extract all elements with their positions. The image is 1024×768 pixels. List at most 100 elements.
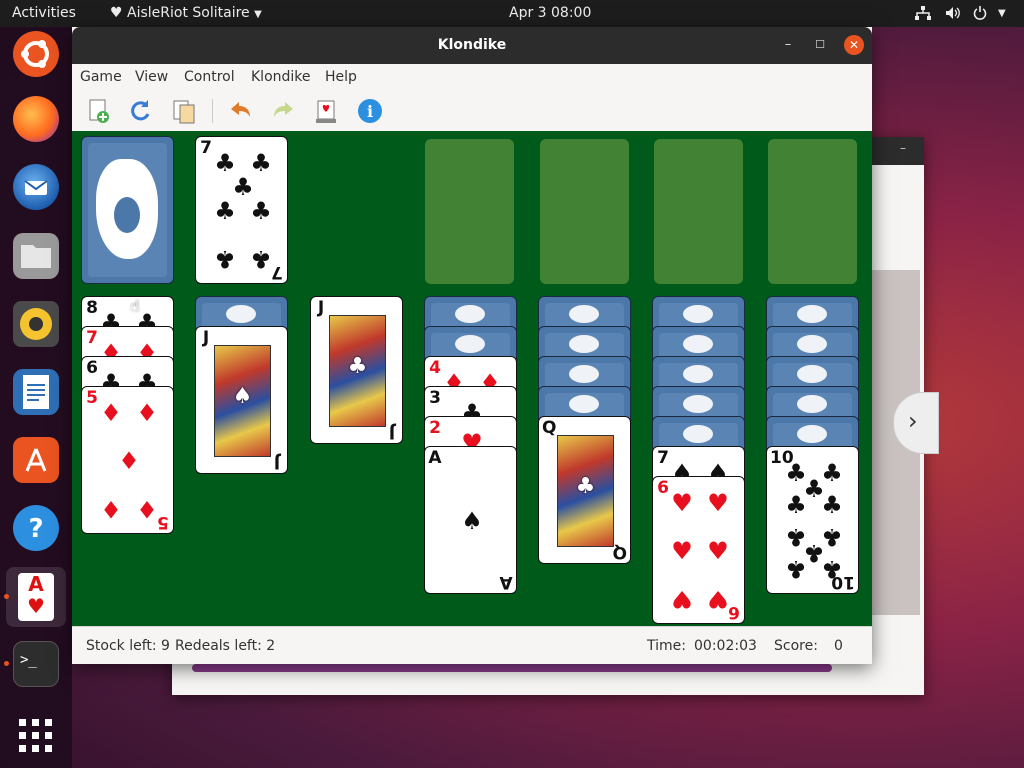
hand-pointer-icon: ☝ — [130, 296, 140, 315]
card-rank: J — [317, 298, 325, 318]
background-minimize-icon[interactable]: – — [900, 141, 906, 155]
info-icon[interactable]: i — [356, 97, 384, 125]
card-rank: 7 — [86, 328, 98, 348]
menu-game[interactable]: Game — [80, 64, 122, 91]
card-rank: 7 — [657, 448, 669, 468]
hearts-icon: ♥ — [707, 489, 729, 517]
klondike-window: Klondike – ☐ ✕ Game View Control Klondik… — [72, 27, 872, 664]
score-value: 0 — [834, 638, 843, 654]
help-icon[interactable]: ? — [13, 505, 59, 551]
menu-view[interactable]: View — [135, 64, 168, 91]
terminal-icon[interactable]: >_ — [13, 641, 59, 687]
card-J-of-clubs[interactable]: J J ♣ — [310, 296, 403, 444]
software-center-icon[interactable] — [13, 437, 59, 483]
card-10-of-clubs[interactable]: 10 10 ♣ ♣ ♣ ♣ ♣ ♣ ♣ ♣ ♣ ♣ — [766, 446, 859, 594]
clubs-icon: ♣ — [232, 173, 254, 201]
clubs-icon: ♣ — [250, 149, 272, 177]
foundation-slot[interactable] — [425, 139, 514, 284]
redeals-left: Redeals left: 2 — [175, 638, 276, 654]
menu-klondike[interactable]: Klondike — [251, 64, 311, 91]
network-icon[interactable] — [915, 0, 931, 27]
new-game-icon[interactable] — [84, 97, 112, 125]
diamonds-icon: ♦ — [136, 495, 158, 523]
clubs-icon: ♣ — [250, 245, 272, 273]
writer-icon[interactable] — [13, 369, 59, 415]
card-6-of-hearts[interactable]: 6 6 ♥ ♥ ♥ ♥ ♥ ♥ — [652, 476, 745, 624]
restart-icon[interactable] — [126, 97, 154, 125]
card-5-of-diamonds[interactable]: 5 5 ♦ ♦ ♦ ♦ ♦ — [81, 386, 174, 534]
dock: ? A ♥ >_ — [0, 27, 72, 768]
svg-text:i: i — [367, 102, 373, 121]
menu-help[interactable]: Help — [325, 64, 357, 91]
card-rank: 5 — [86, 388, 98, 408]
menu-bar: Game View Control Klondike Help — [72, 64, 872, 91]
card-rank: 2 — [429, 418, 441, 438]
clock[interactable]: Apr 3 08:00 — [509, 0, 591, 27]
menu-control[interactable]: Control — [184, 64, 235, 91]
power-icon[interactable] — [973, 0, 987, 27]
foundation-slot[interactable] — [540, 139, 629, 284]
clubs-icon: ♣ — [214, 149, 236, 177]
card-table[interactable]: 77♣♣♣♣♣♣♣ 88♣♣♣♣♣♣♣♣77♦♦♦♦♦♦♦66♣♣♣♣♣♣55♦… — [72, 131, 872, 626]
clubs-icon: ♣ — [347, 354, 368, 379]
activities-button[interactable]: Activities — [12, 0, 76, 27]
foundation-slot[interactable] — [654, 139, 743, 284]
diamonds-icon: ♦ — [118, 447, 140, 475]
diamonds-icon: ♦ — [136, 399, 158, 427]
card-rank: J — [202, 328, 210, 348]
time-value: 00:02:03 — [694, 638, 757, 654]
volume-icon[interactable] — [945, 0, 961, 27]
court-card-art: ♣ — [329, 315, 386, 427]
hearts-icon: ♥ — [671, 489, 693, 517]
stock-left: Stock left: 9 — [86, 638, 170, 654]
card-rank: 3 — [429, 388, 441, 408]
spades-icon: ♠ — [461, 507, 483, 535]
hint-icon[interactable] — [312, 97, 340, 125]
toolbar-separator — [212, 99, 213, 123]
foundation-slot[interactable] — [768, 139, 857, 284]
firefox-icon[interactable] — [13, 96, 59, 142]
card-rank: J — [273, 452, 281, 472]
title-bar[interactable]: Klondike – ☐ ✕ — [72, 27, 872, 64]
maximize-button[interactable]: ☐ — [810, 35, 830, 55]
score-label: Score: — [774, 638, 818, 654]
ubuntu-icon[interactable] — [13, 31, 59, 77]
minimize-button[interactable]: – — [778, 35, 798, 55]
card-7-of-clubs[interactable]: 7 7 ♣ ♣ ♣ ♣ ♣ ♣ ♣ — [195, 136, 288, 284]
chevron-down-icon: ▼ — [254, 9, 262, 20]
thunderbird-icon[interactable] — [13, 164, 59, 210]
background-window-titlebar: – — [872, 137, 924, 165]
court-card-art: ♣ — [557, 435, 614, 547]
card-J-of-spades[interactable]: J J ♠ — [195, 326, 288, 474]
background-progress-bar — [192, 664, 832, 672]
solitaire-icon[interactable]: A ♥ — [6, 567, 66, 627]
clubs-icon: ♣ — [214, 245, 236, 273]
top-bar: Activities ♥ AisleRiot Solitaire ▼ Apr 3… — [0, 0, 1024, 27]
rhythmbox-icon[interactable] — [13, 301, 59, 347]
window-title: Klondike — [437, 37, 507, 53]
clubs-icon: ♣ — [250, 197, 272, 225]
card-rank: A — [499, 572, 513, 592]
files-icon[interactable] — [13, 233, 59, 279]
card-rank: 6 — [86, 358, 98, 378]
hearts-icon: ♥ — [707, 585, 729, 613]
time-label: Time: — [647, 638, 686, 654]
card-Q-of-clubs[interactable]: Q Q ♣ — [538, 416, 631, 564]
select-game-icon[interactable] — [170, 97, 198, 125]
system-menu-chevron-icon[interactable]: ▼ — [998, 0, 1006, 27]
clubs-icon: ♣ — [821, 491, 843, 519]
toolbar: i — [72, 91, 872, 132]
redo-icon[interactable] — [270, 97, 298, 125]
hearts-icon: ♥ — [671, 585, 693, 613]
show-applications-icon[interactable] — [13, 713, 59, 759]
close-button[interactable]: ✕ — [844, 35, 864, 55]
card-rank: Q — [542, 418, 557, 438]
stock-pile[interactable] — [81, 136, 174, 284]
clubs-icon: ♣ — [575, 474, 596, 499]
card-rank: 8 — [86, 298, 98, 318]
card-A-of-spades[interactable]: A A ♠ — [424, 446, 517, 594]
heart-icon: ♥ — [110, 5, 123, 21]
court-card-art: ♠ — [214, 345, 271, 457]
app-menu[interactable]: ♥ AisleRiot Solitaire ▼ — [110, 0, 262, 28]
undo-icon[interactable] — [226, 97, 254, 125]
